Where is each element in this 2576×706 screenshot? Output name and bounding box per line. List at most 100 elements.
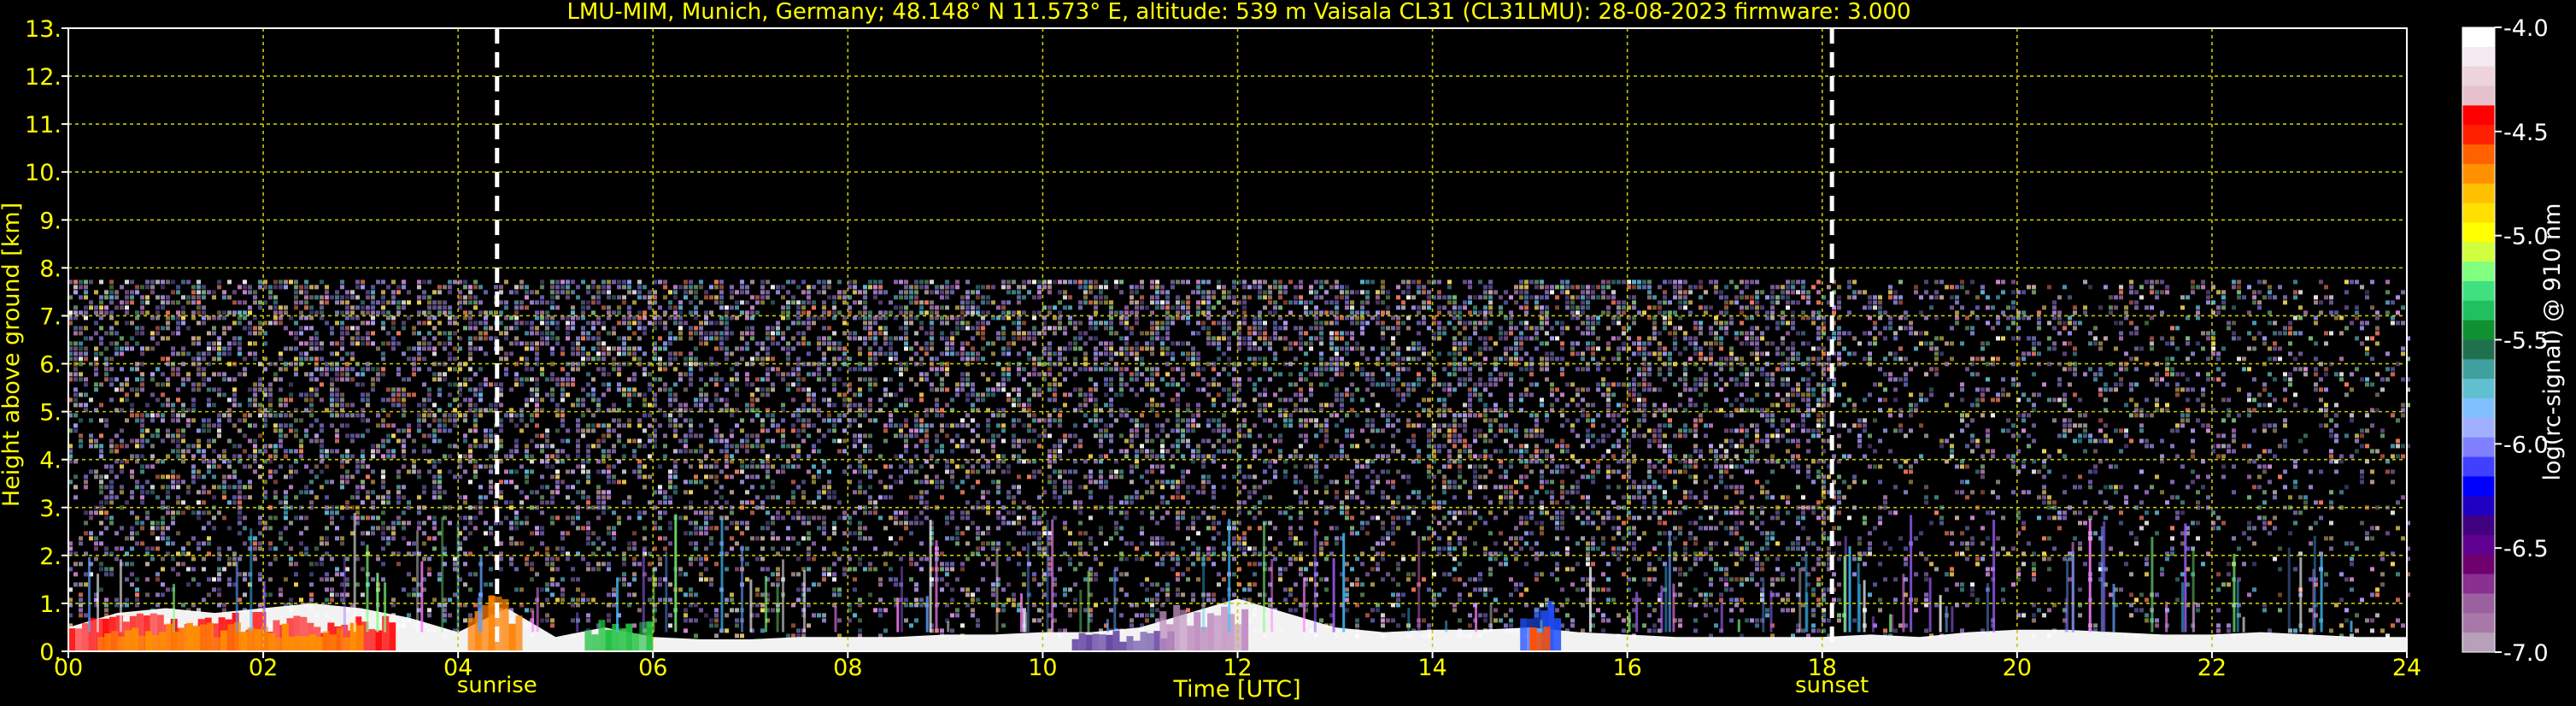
aerosol-band-1: [213, 637, 220, 651]
aerosol-band-1: [186, 622, 193, 651]
y-tick-label: 11.: [25, 112, 62, 138]
colorbar-swatch: [2462, 222, 2495, 243]
colorbar-swatch: [2462, 66, 2495, 87]
aerosol-band-1: [152, 635, 160, 651]
signal-streak: [2242, 616, 2245, 632]
y-tick-label: 8.: [39, 256, 62, 282]
signal-streak: [803, 570, 806, 632]
signal-streak: [531, 610, 535, 632]
x-tick-label: 06: [638, 655, 667, 681]
signal-streak: [353, 513, 356, 632]
y-tick-label: 5.: [39, 400, 62, 427]
x-tick-label: 20: [2003, 655, 2032, 681]
aerosol-band-1: [336, 627, 343, 651]
aerosol-band-4: [1085, 634, 1093, 651]
aerosol-band-1: [308, 634, 316, 651]
signal-streak: [1417, 536, 1421, 632]
signal-streak: [925, 596, 929, 632]
x-tick-label: 14: [1417, 655, 1446, 681]
aerosol-band-0: [68, 628, 75, 651]
aerosol-band-1: [166, 623, 173, 651]
aerosol-band-5: [1214, 615, 1222, 651]
aerosol-band-1: [356, 625, 364, 651]
colorbar-swatch: [2462, 85, 2495, 106]
colorbar-swatch: [2462, 163, 2495, 185]
aerosol-band-1: [145, 631, 153, 651]
aerosol-band-2: [502, 599, 509, 651]
y-tick-label: 1.: [39, 591, 62, 618]
signal-streak: [1799, 568, 1802, 632]
signal-streak: [235, 561, 238, 632]
signal-streak: [536, 587, 539, 632]
aerosol-band-1: [254, 628, 261, 651]
aerosol-band-1: [138, 635, 146, 651]
signal-streak: [1672, 583, 1675, 632]
colorbar-swatch: [2462, 613, 2495, 633]
signal-streak: [173, 584, 175, 632]
aerosol-band-4: [1153, 631, 1161, 651]
signal-streak: [2299, 557, 2303, 632]
colorbar-swatch: [2462, 476, 2495, 497]
signal-streak: [420, 561, 424, 632]
signal-streak: [576, 612, 579, 632]
aerosol-band-4: [1078, 632, 1086, 651]
signal-streak: [642, 548, 645, 632]
aerosol-band-1: [288, 636, 296, 651]
aerosol-band-1: [220, 630, 227, 651]
signal-streak: [1332, 558, 1335, 632]
signal-streak: [995, 548, 999, 632]
aerosol-band-5: [1207, 613, 1215, 651]
aerosol-band-4: [1133, 640, 1141, 651]
aerosol-band-1: [281, 623, 289, 651]
signal-streak: [1660, 585, 1664, 632]
signal-streak: [1023, 612, 1025, 632]
aerosol-band-6: [1520, 618, 1528, 651]
aerosol-band-7: [1536, 632, 1544, 651]
colorbar-swatch: [2462, 574, 2495, 594]
y-tick-label: 3.: [39, 496, 62, 522]
signal-streak: [2181, 582, 2184, 632]
colorbar-swatch: [2462, 46, 2495, 68]
aerosol-band-3: [625, 623, 633, 651]
y-tick-label: 12.: [25, 64, 62, 91]
signal-streak: [1475, 603, 1477, 632]
aerosol-band-1: [226, 624, 234, 651]
signal-streak: [1889, 614, 1892, 632]
aerosol-band-5: [1173, 604, 1181, 651]
signal-streak: [1945, 606, 1948, 632]
aerosol-band-4: [1071, 638, 1079, 651]
aerosol-band-1: [267, 632, 275, 651]
ceilometer-chart: LMU-MIM, Munich, Germany; 48.148° N 11.5…: [0, 0, 2566, 703]
signal-streak: [376, 573, 379, 632]
signal-streak: [1951, 606, 1954, 632]
aerosol-band-2: [467, 617, 475, 651]
signal-streak: [1087, 570, 1090, 632]
signal-streak: [901, 566, 903, 632]
signal-streak: [1270, 559, 1274, 632]
colorbar-tick-label: -7.0: [2503, 640, 2549, 667]
signal-streak: [1720, 599, 1723, 632]
aerosol-band-3: [605, 629, 613, 651]
signal-streak: [834, 606, 837, 632]
colorbar-swatch: [2462, 554, 2495, 575]
signal-streak: [2112, 584, 2115, 632]
x-tick-label: 12: [1223, 655, 1252, 681]
signal-streak: [1202, 552, 1206, 632]
aerosol-band-2: [515, 615, 523, 651]
signal-streak: [741, 545, 743, 632]
signal-streak: [2151, 537, 2154, 632]
aerosol-band-0: [75, 628, 82, 651]
x-tick-label: 10: [1028, 655, 1057, 681]
signal-streak: [1769, 590, 1773, 632]
signal-streak: [1986, 583, 1989, 632]
colorbar-swatch: [2462, 339, 2495, 360]
signal-streak: [416, 530, 420, 632]
colorbar-swatch: [2462, 417, 2495, 438]
signal-streak: [1843, 556, 1846, 632]
signal-streak: [2313, 535, 2316, 632]
signal-streak: [1540, 620, 1543, 632]
signal-streak: [1020, 593, 1023, 632]
aerosol-band-4: [1140, 632, 1147, 651]
colorbar-tick-label: -4.0: [2503, 15, 2549, 42]
colorbar-tick-label: -6.5: [2503, 536, 2549, 562]
